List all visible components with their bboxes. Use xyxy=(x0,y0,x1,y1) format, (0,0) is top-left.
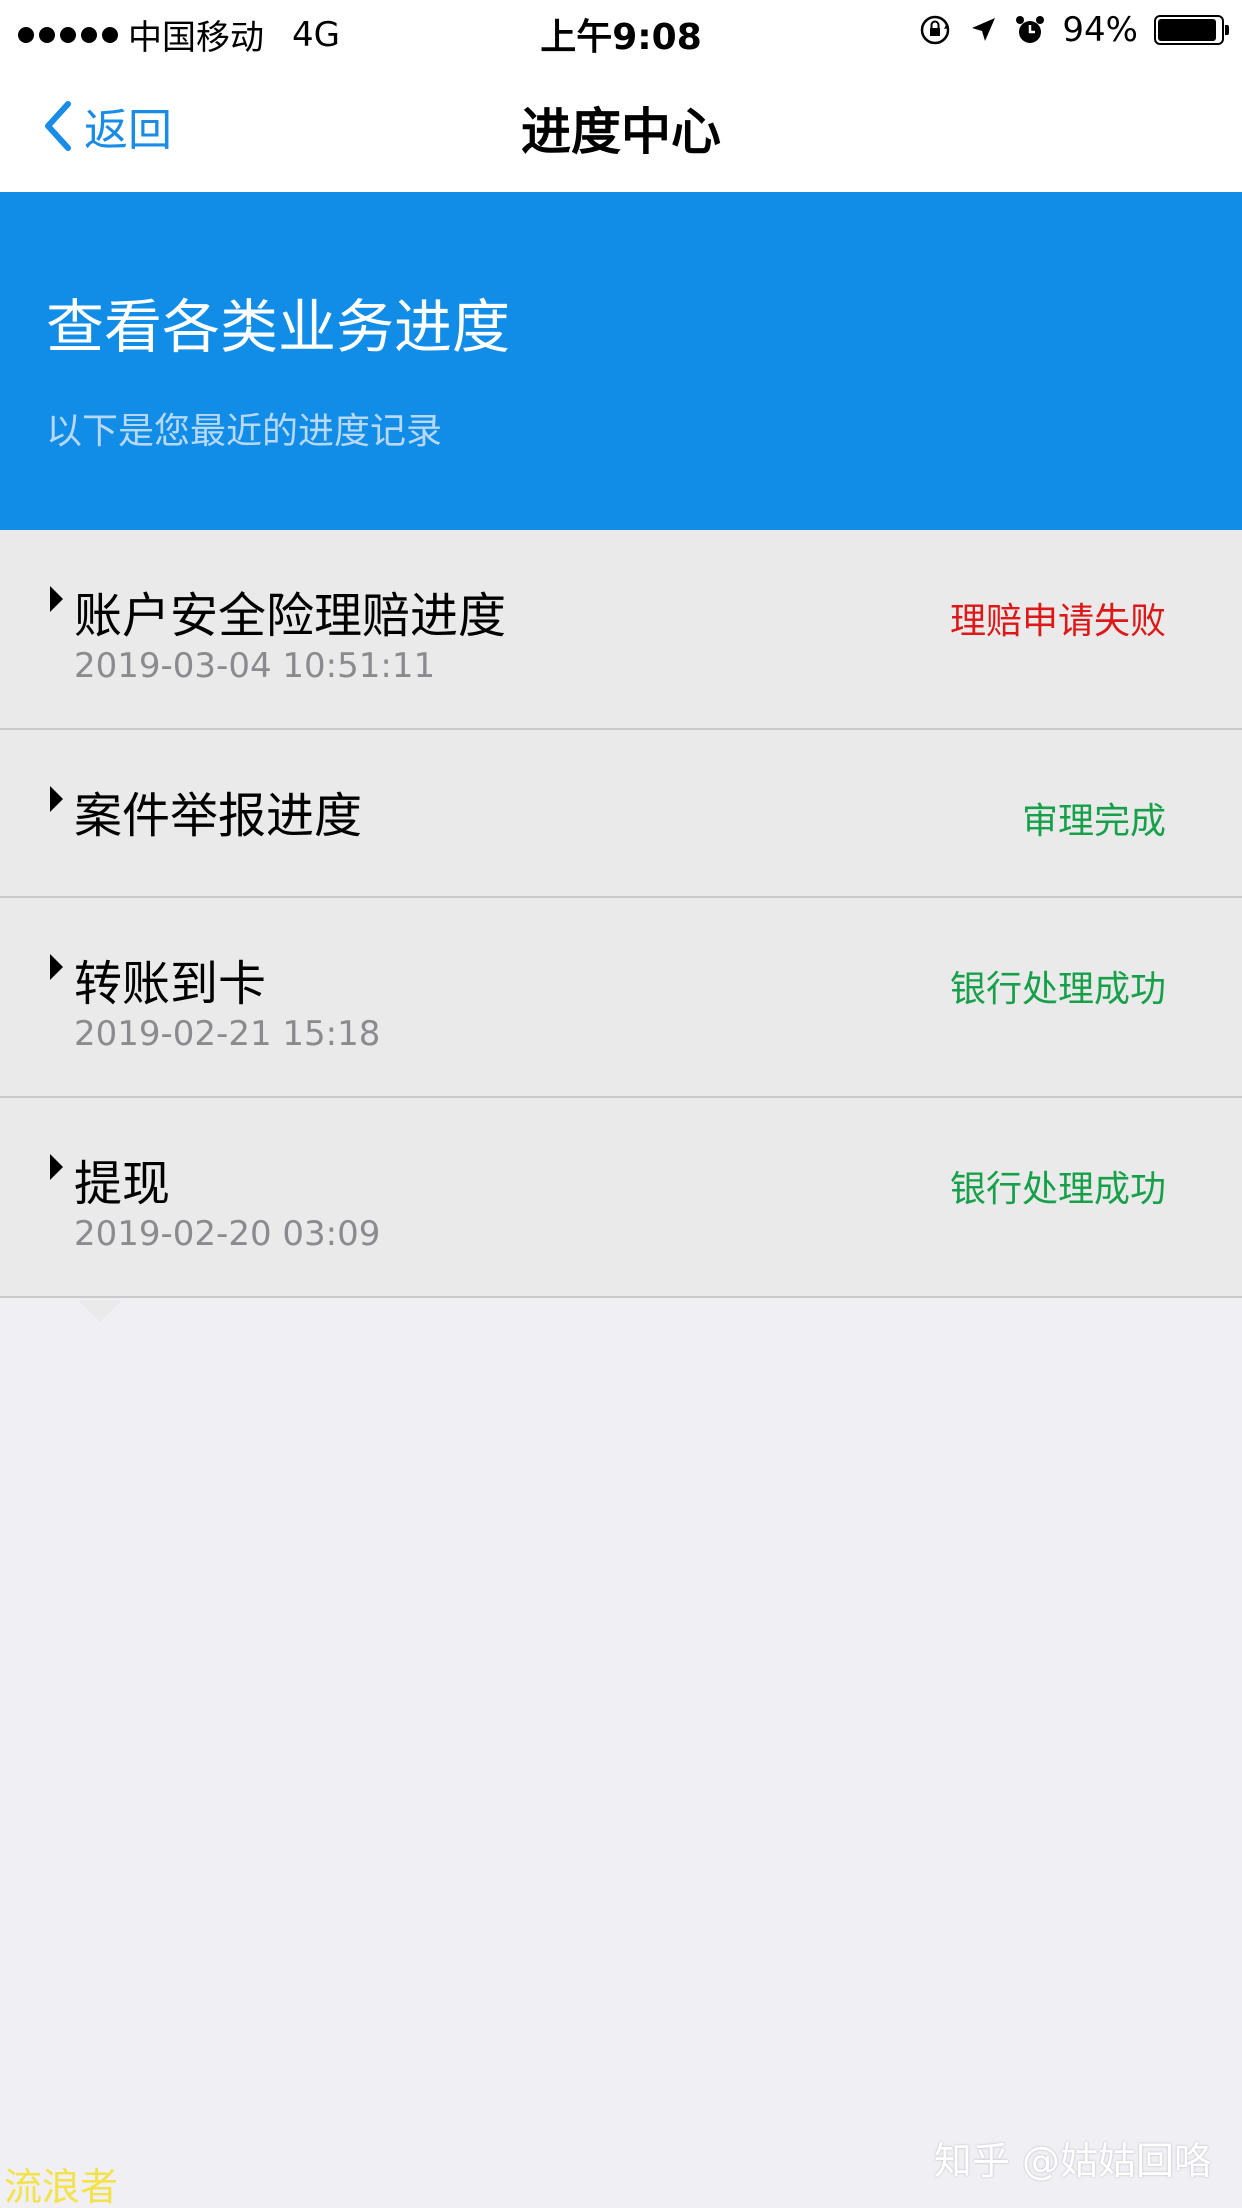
battery-fill xyxy=(1158,19,1217,41)
item-title: 转账到卡 xyxy=(74,956,267,1012)
alarm-icon xyxy=(1016,16,1045,43)
status-badge: 银行处理成功 xyxy=(949,1169,1166,1210)
item-time: 2019-03-04 10:51:11 xyxy=(74,646,436,686)
caret-right-icon xyxy=(50,786,63,812)
banner-title: 查看各类业务进度 xyxy=(46,293,511,361)
status-bar: 中国移动 4G 上午9:08 94% xyxy=(0,0,1242,62)
progress-list: 账户安全险理赔进度 2019-03-04 10:51:11 理赔申请失败 案件举… xyxy=(0,530,1242,1298)
list-item[interactable]: 案件举报进度 审理完成 xyxy=(0,730,1242,898)
item-title: 案件举报进度 xyxy=(74,788,363,844)
battery-percent: 94% xyxy=(1062,10,1138,50)
status-right: 94% xyxy=(918,10,1229,50)
header-banner: 查看各类业务进度 以下是您最近的进度记录 xyxy=(0,192,1242,530)
list-item[interactable]: 转账到卡 2019-02-21 15:18 银行处理成功 xyxy=(0,898,1242,1098)
page-title: 进度中心 xyxy=(521,103,721,161)
item-title: 账户安全险理赔进度 xyxy=(74,588,507,644)
caret-right-icon xyxy=(50,586,63,612)
caret-right-icon xyxy=(50,1154,63,1180)
list-item[interactable]: 提现 2019-02-20 03:09 银行处理成功 xyxy=(0,1098,1242,1298)
rotation-lock-icon xyxy=(921,15,950,45)
watermark-corner: 流浪者 xyxy=(4,2165,119,2208)
banner-subtitle: 以下是您最近的进度记录 xyxy=(46,411,443,452)
location-arrow-icon xyxy=(972,18,996,41)
caret-right-icon xyxy=(50,954,63,980)
status-badge: 银行处理成功 xyxy=(949,969,1166,1010)
status-badge: 理赔申请失败 xyxy=(949,601,1166,642)
item-time: 2019-02-21 15:18 xyxy=(74,1014,381,1054)
list-item[interactable]: 账户安全险理赔进度 2019-03-04 10:51:11 理赔申请失败 xyxy=(0,530,1242,730)
battery-icon xyxy=(1154,15,1229,45)
item-time: 2019-02-20 03:09 xyxy=(74,1214,381,1254)
item-title: 提现 xyxy=(74,1156,171,1212)
page: 中国移动 4G 上午9:08 94% 返回 进度中心 查看各类业务进度 以下是您… xyxy=(0,0,1242,2208)
navigation-bar: 返回 进度中心 xyxy=(0,62,1242,192)
status-badge: 审理完成 xyxy=(1021,801,1166,842)
list-pointer-triangle xyxy=(78,1300,122,1322)
watermark-zhihu: 知乎 @姑姑回咯 xyxy=(933,2139,1212,2183)
